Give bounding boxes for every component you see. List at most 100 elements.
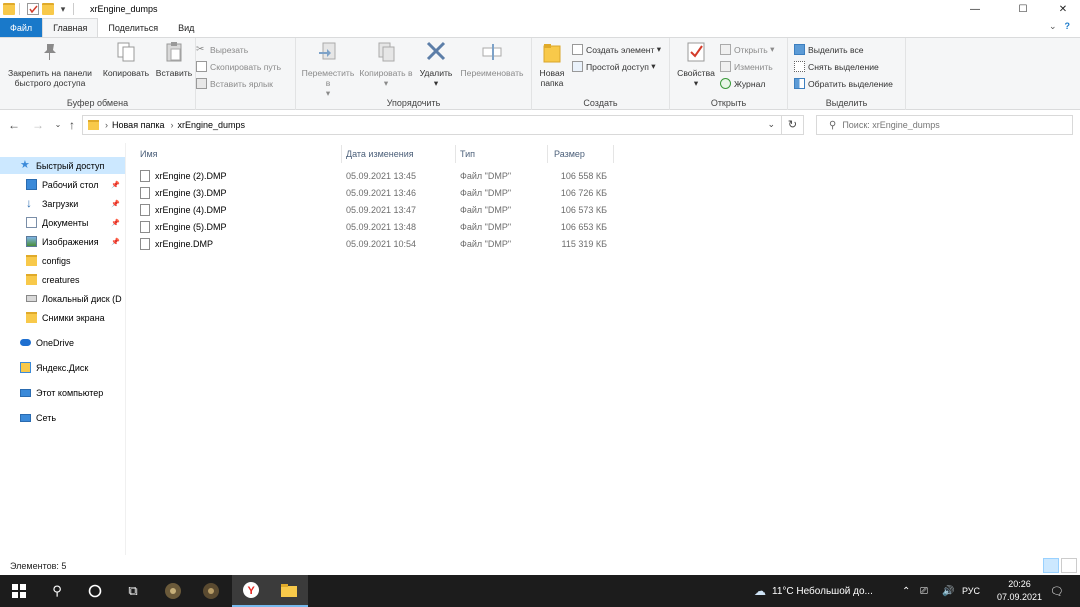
select-none-button[interactable]: Снять выделение [794,59,879,74]
svg-text:Y: Y [248,585,256,597]
select-all-button[interactable]: Выделить все [794,42,864,57]
nav-quick-access[interactable]: ★ Быстрый доступ [0,157,125,174]
file-row[interactable]: xrEngine (2).DMP 05.09.2021 13:45 Файл "… [136,167,616,184]
copy-path-button[interactable]: Скопировать путь [196,59,281,74]
paste-shortcut-button[interactable]: Вставить ярлык [196,76,273,91]
yandex-browser-icon[interactable]: Y [232,575,270,607]
column-type[interactable]: Тип [456,145,548,163]
search-box[interactable]: ⚲ [816,115,1073,135]
notifications-icon[interactable]: 🗨 [1050,575,1064,607]
up-arrow-icon[interactable]: ↑ [64,117,80,133]
history-button[interactable]: Журнал [720,76,765,91]
new-folder-button[interactable]: Новая папка [534,40,570,88]
file-row[interactable]: xrEngine (5).DMP 05.09.2021 13:48 Файл "… [136,218,616,235]
cortana-icon[interactable] [76,575,114,607]
forward-arrow-icon[interactable]: → [30,117,46,133]
address-dropdown-icon[interactable]: ⌄ [767,119,775,130]
nav-downloads[interactable]: ↓ Загрузки 📌 [0,195,125,212]
details-view-icon[interactable] [1043,558,1059,573]
nav-creatures[interactable]: creatures [0,271,125,288]
scissors-icon: ✂ [196,44,205,55]
file-row[interactable]: xrEngine (4).DMP 05.09.2021 13:47 Файл "… [136,201,616,218]
nav-yandex-disk[interactable]: Яндекс.Диск [0,359,125,376]
close-button[interactable]: ✕ [1046,0,1080,18]
refresh-button[interactable]: ↻ [782,115,804,135]
ribbon-expand-icon[interactable]: ⌄ [1049,21,1057,32]
pin-quick-access-button[interactable]: Закрепить на панели быстрого доступа [4,40,96,88]
game-app-icon[interactable] [154,575,192,607]
move-to-button[interactable]: Переместить в ▾ [300,40,356,98]
nav-network[interactable]: Сеть [0,409,125,426]
pin-icon[interactable]: 📌 [111,219,120,227]
cut-button[interactable]: ✂ Вырезать [196,42,248,57]
invert-selection-button[interactable]: Обратить выделение [794,76,893,91]
clock[interactable]: 20:26 07.09.2021 [997,578,1042,604]
windows-start-icon[interactable] [0,575,38,607]
tab-view[interactable]: Вид [168,18,204,37]
minimize-button[interactable]: — [958,0,992,18]
new-group-label: Создать [583,98,618,108]
search-icon[interactable]: ⚲ [38,575,76,607]
large-icons-view-icon[interactable] [1061,558,1077,573]
nav-onedrive[interactable]: OneDrive [0,334,125,351]
maximize-button[interactable]: ☐ [1006,0,1040,18]
volume-icon[interactable]: 🔊 [942,575,954,607]
network-tray-icon[interactable]: ⎚ [920,575,928,607]
tab-file[interactable]: Файл [0,18,43,37]
nav-local-disk-d[interactable]: Локальный диск (D [0,290,125,307]
back-arrow-icon[interactable]: ← [6,117,22,133]
file-explorer-icon[interactable] [270,575,308,607]
drive-icon [26,295,37,302]
tab-share[interactable]: Поделиться [98,18,168,37]
clock-date: 07.09.2021 [996,592,1042,602]
show-hidden-icons[interactable]: ⌃ [902,575,910,607]
task-view-icon[interactable]: ⧉ [114,575,152,607]
pin-icon[interactable]: 📌 [111,200,120,208]
copy-to-button[interactable]: Копировать в ▾ [358,40,414,88]
chevron-right-icon[interactable]: › [170,120,173,130]
nav-this-pc[interactable]: Этот компьютер [0,384,125,401]
nav-desktop[interactable]: Рабочий стол 📌 [0,176,125,193]
nav-configs[interactable]: configs [0,252,125,269]
copy-button[interactable]: Копировать [100,40,152,78]
file-date: 05.09.2021 13:48 [346,221,417,232]
delete-button[interactable]: Удалить ▾ [416,40,456,88]
file-size: 106 558 КБ [560,170,607,181]
file-row[interactable]: xrEngine (3).DMP 05.09.2021 13:46 Файл "… [136,184,616,201]
search-input[interactable] [842,120,1063,130]
file-name: xrEngine.DMP [155,238,214,249]
move-to-icon [319,42,336,60]
clipboard-group-label: Буфер обмена [66,98,129,108]
file-type: Файл "DMP" [460,238,512,249]
properties-button[interactable]: Свойства ▾ [674,40,718,88]
address-bar[interactable]: › Новая папка › xrEngine_dumps ⌄ [82,115,782,135]
help-icon[interactable]: ? [1065,21,1071,32]
weather-widget[interactable]: ☁ 11°C Небольшой до... [754,575,873,607]
new-folder-icon[interactable] [42,3,54,15]
column-date[interactable]: Дата изменения [342,145,456,163]
paste-button[interactable]: Вставить [154,40,194,78]
nav-screenshots[interactable]: Снимки экрана [0,309,125,326]
breadcrumb-current[interactable]: xrEngine_dumps [177,120,245,130]
edit-button[interactable]: Изменить [720,59,773,74]
column-size[interactable]: Размер [550,145,614,163]
column-name[interactable]: Имя [136,145,342,163]
rename-button[interactable]: Переименовать [456,40,528,78]
nav-pictures[interactable]: Изображения 📌 [0,233,125,250]
qa-dropdown-icon[interactable]: ▾ [57,3,69,15]
language-indicator[interactable]: РУС [962,575,980,607]
properties-check-icon[interactable] [27,3,39,15]
open-button[interactable]: Открыть ▾ [720,42,774,57]
history-icon [720,78,731,89]
pin-icon[interactable]: 📌 [111,238,120,246]
tab-home[interactable]: Главная [42,18,99,37]
easy-access-button[interactable]: Простой доступ ▾ [572,59,656,74]
chevron-right-icon[interactable]: › [105,120,108,130]
breadcrumb-new-folder[interactable]: Новая папка [112,120,164,130]
file-row[interactable]: xrEngine.DMP 05.09.2021 10:54 Файл "DMP"… [136,235,616,252]
nav-documents[interactable]: Документы 📌 [0,214,125,231]
game-app-icon-2[interactable] [192,575,230,607]
pin-icon[interactable]: 📌 [111,181,120,189]
items-count: Элементов: 5 [10,561,67,571]
new-item-button[interactable]: Создать элемент ▾ [572,42,661,57]
